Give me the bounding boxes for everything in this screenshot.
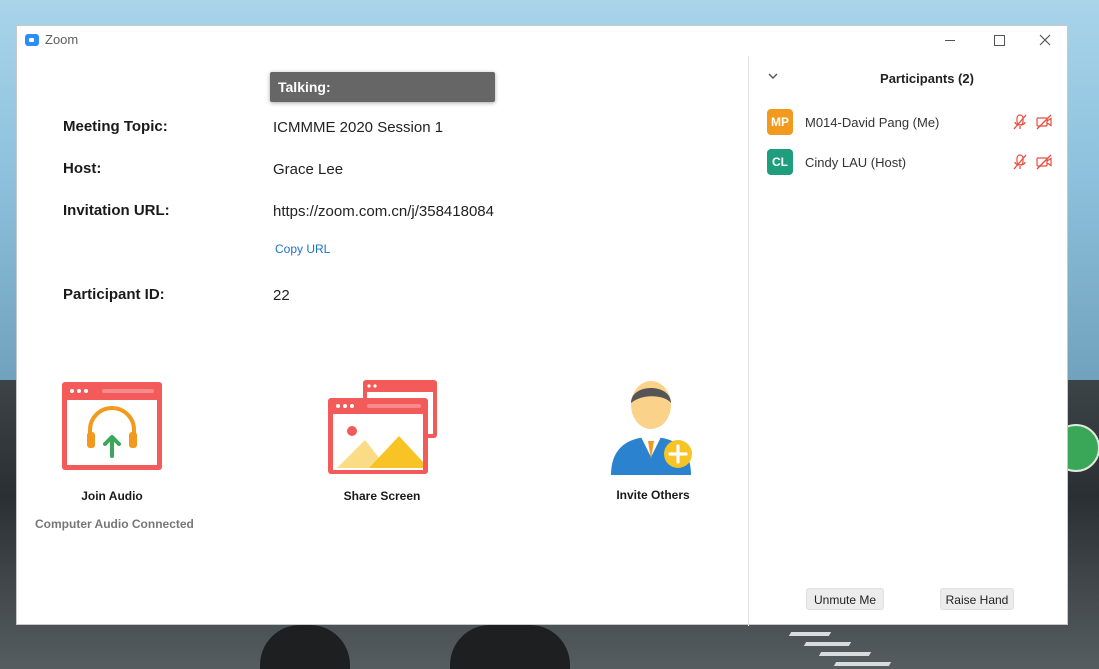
- mic-muted-icon[interactable]: [1011, 113, 1029, 131]
- host-label: Host:: [63, 160, 102, 177]
- minimize-button[interactable]: [935, 30, 965, 50]
- share-screen-label: Share Screen: [343, 489, 421, 503]
- close-button[interactable]: [1030, 30, 1060, 50]
- road-marking: [833, 662, 892, 666]
- video-off-icon[interactable]: [1035, 113, 1053, 131]
- zoom-window: Zoom Talking: Meeting Topic: ICMMME 2020…: [16, 25, 1068, 626]
- invitation-url-value: https://zoom.com.cn/j/358418084: [273, 203, 494, 220]
- mic-muted-icon[interactable]: [1011, 153, 1029, 171]
- audio-status-text: Computer Audio Connected: [35, 517, 194, 531]
- join-audio-icon: [62, 382, 162, 470]
- window-title: Zoom: [45, 32, 79, 47]
- maximize-button[interactable]: [984, 30, 1014, 50]
- panel-divider: [748, 56, 749, 626]
- title-bar: Zoom: [17, 26, 1067, 54]
- participant-id-label: Participant ID:: [63, 286, 165, 303]
- maximize-icon: [994, 35, 1005, 46]
- share-screen-button[interactable]: Share Screen: [322, 380, 442, 503]
- join-audio-label: Join Audio: [81, 489, 143, 503]
- unmute-me-button[interactable]: Unmute Me: [806, 588, 884, 610]
- participant-id-value: 22: [273, 287, 290, 304]
- invitation-url-label: Invitation URL:: [63, 202, 170, 219]
- participant-name: M014-David Pang (Me): [805, 115, 940, 130]
- zoom-logo-icon: [25, 34, 39, 46]
- participant-row[interactable]: MP M014-David Pang (Me): [767, 109, 1057, 139]
- close-icon: [1039, 34, 1051, 46]
- host-value: Grace Lee: [273, 161, 344, 178]
- avatar: MP: [767, 109, 793, 135]
- invite-others-label: Invite Others: [616, 488, 690, 502]
- participant-name: Cindy LAU (Host): [805, 155, 907, 170]
- invite-others-button[interactable]: Invite Others: [598, 375, 708, 502]
- video-off-icon[interactable]: [1035, 153, 1053, 171]
- participants-title: Participants (2): [880, 71, 974, 86]
- raise-hand-button[interactable]: Raise Hand: [940, 588, 1014, 610]
- talking-indicator: Talking:: [270, 72, 495, 102]
- meeting-topic-value: ICMMME 2020 Session 1: [273, 119, 444, 136]
- minimize-icon: [945, 40, 955, 41]
- invite-others-icon: [611, 381, 692, 475]
- share-screen-icon: [328, 380, 437, 474]
- meeting-topic-label: Meeting Topic:: [63, 118, 168, 135]
- join-audio-button[interactable]: Join Audio: [57, 380, 167, 503]
- figure-silhouette: [450, 625, 570, 669]
- participant-row[interactable]: CL Cindy LAU (Host): [767, 149, 1057, 179]
- avatar: CL: [767, 149, 793, 175]
- road-marking: [788, 632, 832, 636]
- road-marking: [803, 642, 852, 646]
- road-marking: [818, 652, 872, 656]
- copy-url-link[interactable]: Copy URL: [275, 242, 330, 256]
